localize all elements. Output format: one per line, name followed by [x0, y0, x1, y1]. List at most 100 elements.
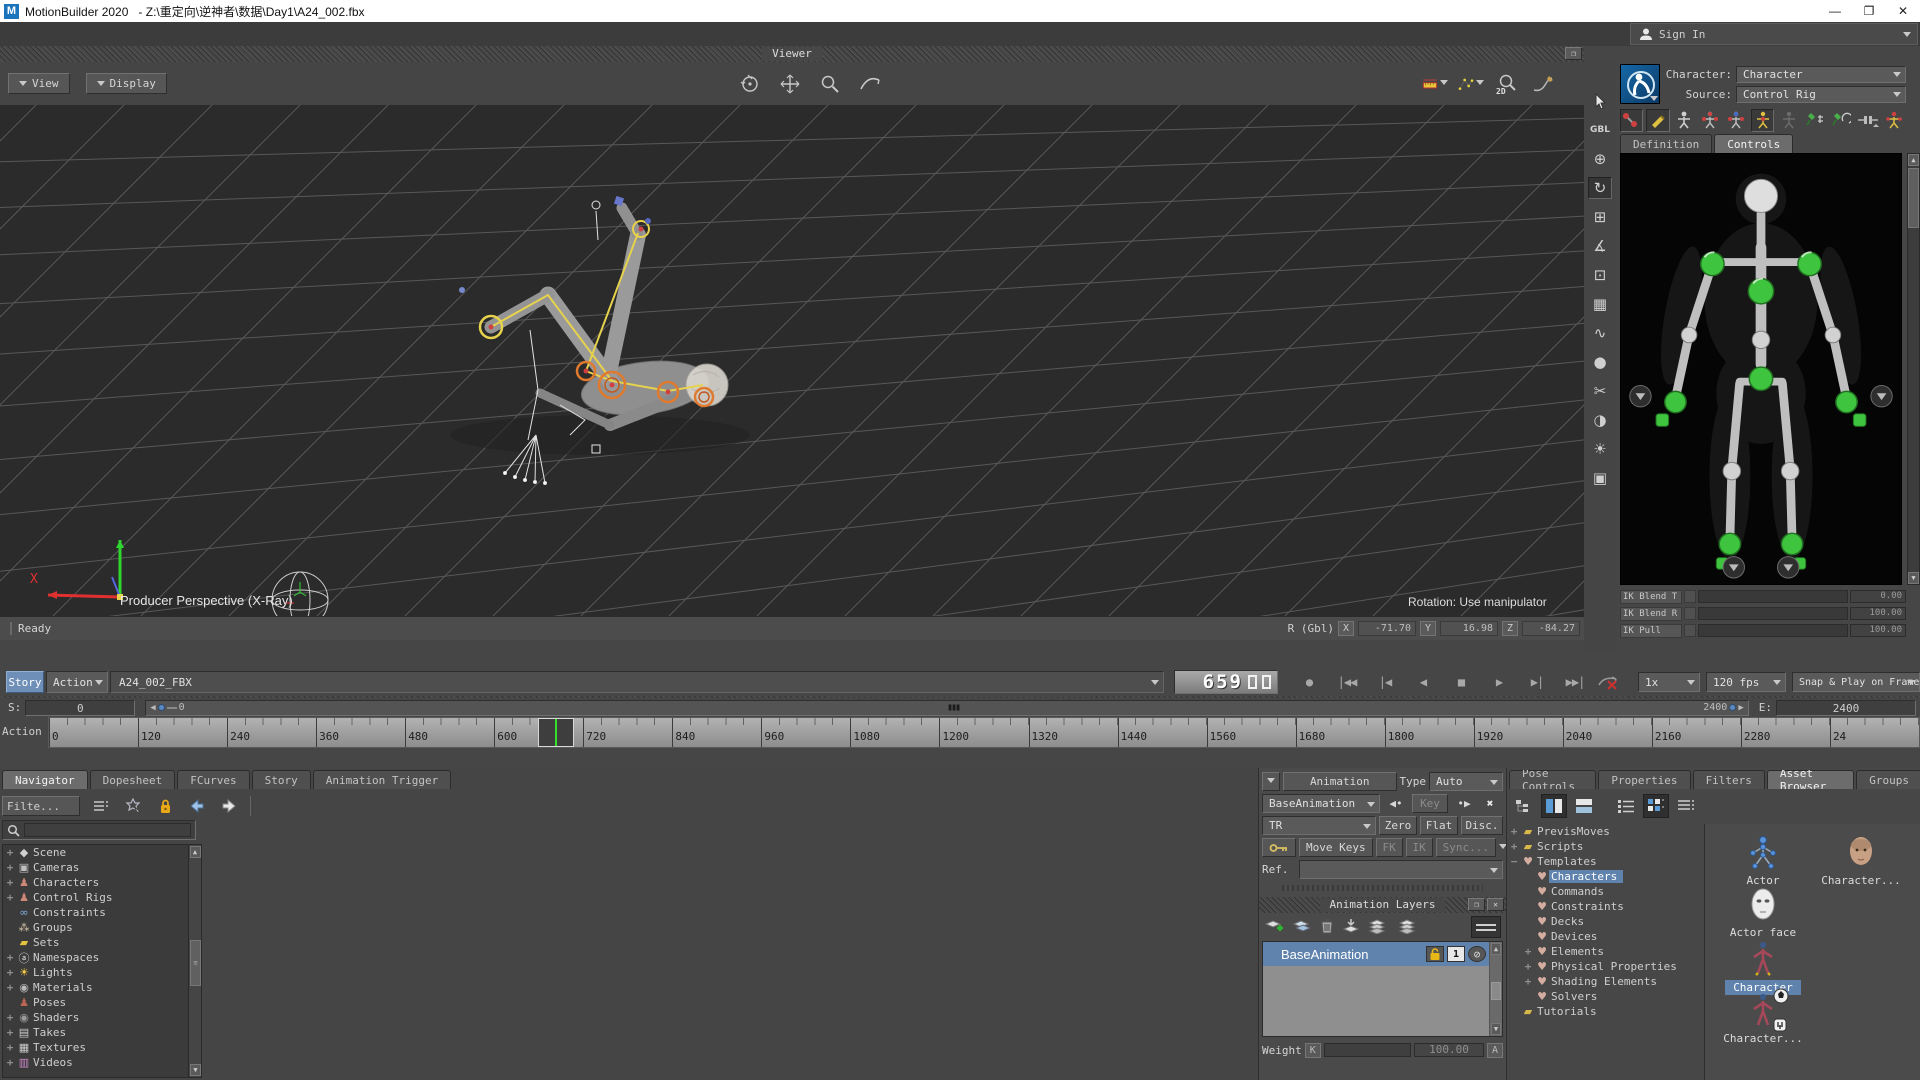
character-select-dropdown[interactable]: Character — [1736, 66, 1906, 83]
fps-dropdown[interactable]: 120 fps — [1706, 672, 1786, 692]
list-view-icon[interactable] — [1613, 794, 1639, 818]
tab[interactable]: Filters — [1693, 770, 1765, 789]
tree-row[interactable]: + ♥ Elements — [1507, 944, 1704, 959]
tree-row[interactable]: ♥ Decks — [1507, 914, 1704, 929]
move-keys-button[interactable]: Move Keys — [1299, 838, 1373, 857]
next-key-button[interactable]: ▶| — [1520, 671, 1554, 693]
x-axis-chip[interactable]: X — [1338, 621, 1354, 636]
merge-layer-icon[interactable] — [1342, 918, 1360, 937]
start-frame-field[interactable]: 0 — [25, 700, 135, 716]
display-menu-button[interactable]: Display — [86, 73, 167, 94]
flat-button[interactable]: Flat — [1420, 816, 1458, 835]
maximize-button[interactable]: ❐ — [1852, 0, 1886, 22]
tree-row[interactable]: + ◉ Shaders — [3, 1010, 201, 1025]
tree-row[interactable]: + ♥ Physical Properties — [1507, 959, 1704, 974]
mirror-pose-icon[interactable] — [1856, 109, 1880, 132]
keying-group-dropdown[interactable]: TR — [1262, 816, 1376, 835]
layers-stack-icon[interactable] — [1396, 918, 1416, 937]
tree-row[interactable]: + ◉ Materials — [3, 980, 201, 995]
tree-expander[interactable]: + — [3, 1056, 17, 1069]
go-to-end-button[interactable]: ▶▶| — [1558, 671, 1592, 693]
tab[interactable]: Controls — [1714, 134, 1793, 153]
reference-dropdown[interactable] — [1299, 860, 1503, 879]
frame-counter-display[interactable]: 659 — [1174, 670, 1278, 694]
key-icon-button[interactable] — [1262, 838, 1296, 857]
playback-speed-dropdown[interactable]: 1x — [1638, 672, 1700, 692]
tree-row[interactable]: ⁂ Groups — [3, 920, 201, 935]
timeline-range-slider[interactable]: ◀ 0 ▮▮▮ 2400 ▶ — [145, 700, 1749, 716]
tree-row[interactable]: + ♥ Shading Elements — [1507, 974, 1704, 989]
tree-row[interactable]: + ▰ Scripts — [1507, 839, 1704, 854]
previous-key-button[interactable]: |◀ — [1368, 671, 1402, 693]
list-options-icon[interactable] — [90, 796, 112, 816]
zoom-2d-icon[interactable]: 2D — [1494, 72, 1520, 96]
tab[interactable]: Definition — [1620, 134, 1712, 153]
tree-row[interactable]: ▰ Sets — [3, 935, 201, 950]
tree-row[interactable]: ♥ Commands — [1507, 884, 1704, 899]
tab[interactable]: Dopesheet — [90, 770, 176, 789]
translate-tool-icon[interactable]: ⊕ — [1588, 148, 1612, 170]
details-view-icon[interactable] — [1673, 794, 1699, 818]
free-rotate-icon[interactable] — [857, 72, 883, 96]
weight-auto-button[interactable]: A — [1487, 1043, 1503, 1058]
duplicate-layer-icon[interactable] — [1292, 918, 1312, 937]
timeline-ruler[interactable]: 0120240360480600720840960108012001320144… — [48, 717, 1920, 748]
pin-rotate-icon[interactable] — [1830, 109, 1853, 132]
pan-camera-icon[interactable] — [777, 72, 803, 96]
select-highlight-icon[interactable] — [122, 796, 144, 816]
y-axis-value[interactable]: 16.98 — [1440, 621, 1498, 636]
close-button[interactable]: ✕ — [1886, 0, 1920, 22]
forward-arrow-icon[interactable] — [218, 796, 240, 816]
selection-keying-icon[interactable] — [1725, 109, 1748, 132]
go-to-start-button[interactable]: |◀◀ — [1330, 671, 1364, 693]
tree-expander[interactable]: + — [3, 951, 17, 964]
tree-row[interactable]: ♥ Devices — [1507, 929, 1704, 944]
tree-row[interactable]: ▰ Tutorials — [1507, 1004, 1704, 1019]
tree-row[interactable]: + ▣ Cameras — [3, 860, 201, 875]
tree-expander[interactable]: + — [1507, 825, 1521, 838]
tree-expander[interactable]: + — [1521, 945, 1535, 958]
ik-pull-value[interactable]: 100.00 — [1850, 624, 1906, 637]
z-axis-value[interactable]: -84.27 — [1522, 621, 1580, 636]
record-button[interactable]: ● — [1292, 671, 1326, 693]
close-panel-button[interactable]: ✕ — [1487, 898, 1504, 911]
layers-scrollbar[interactable]: ▲ ▼ — [1489, 942, 1502, 1036]
ik-key-toggle[interactable] — [1684, 590, 1696, 603]
action-mode-dropdown[interactable]: Action — [46, 671, 108, 693]
delete-layer-icon[interactable] — [1320, 918, 1334, 937]
tab[interactable]: Pose Controls — [1509, 770, 1596, 789]
delete-key-button[interactable]: ✖ — [1480, 794, 1500, 813]
float-panel-button[interactable]: ❐ — [1468, 898, 1485, 911]
range-end-handle[interactable]: 2400 ▶ — [1699, 702, 1748, 713]
shading-toggle-icon[interactable]: ◑ — [1588, 409, 1612, 431]
ik-button[interactable]: IK — [1406, 838, 1433, 857]
zero-button[interactable]: Zero — [1379, 816, 1417, 835]
tab[interactable]: Groups — [1856, 770, 1920, 789]
tab[interactable]: Animation Trigger — [313, 770, 452, 789]
frame-tool-icon[interactable]: ▣ — [1588, 467, 1612, 489]
tree-scrollbar[interactable]: ▲ ≡ ▼ — [188, 845, 201, 1077]
ik-key-toggle[interactable] — [1684, 607, 1696, 620]
layout-tool-icon[interactable]: ∡ — [1588, 235, 1612, 257]
tree-expander[interactable]: + — [3, 1041, 17, 1054]
layer-solo-badge[interactable]: 1 — [1447, 946, 1465, 962]
tree-expander[interactable]: + — [3, 861, 17, 874]
tree-row[interactable]: + ◆ Scene — [3, 845, 201, 860]
sphere-tool-icon[interactable]: ● — [1588, 351, 1612, 373]
tree-row[interactable]: ♥ Characters — [1507, 869, 1704, 884]
weight-value[interactable]: 100.00 — [1414, 1043, 1484, 1057]
y-axis-chip[interactable]: Y — [1420, 621, 1436, 636]
character-representation[interactable] — [1620, 153, 1902, 585]
tree-expander[interactable]: − — [1507, 855, 1521, 868]
tab[interactable]: FCurves — [177, 770, 249, 789]
snap-mode-dropdown[interactable]: Snap & Play on Frames — [1792, 672, 1920, 692]
tree-row[interactable]: + ▥ Videos — [3, 1055, 201, 1070]
horizontal-split-icon[interactable] — [1571, 794, 1597, 818]
ik-blend-t-slider[interactable] — [1698, 590, 1848, 603]
merge-all-layers-icon[interactable] — [1368, 918, 1388, 937]
body-part-keying-icon[interactable] — [1699, 109, 1722, 132]
back-arrow-icon[interactable] — [186, 796, 208, 816]
current-take-field[interactable]: A24_002_FBX — [110, 671, 1164, 693]
grid-snap-icon[interactable]: ▦ — [1588, 293, 1612, 315]
full-body-keying-icon[interactable] — [1673, 109, 1696, 132]
